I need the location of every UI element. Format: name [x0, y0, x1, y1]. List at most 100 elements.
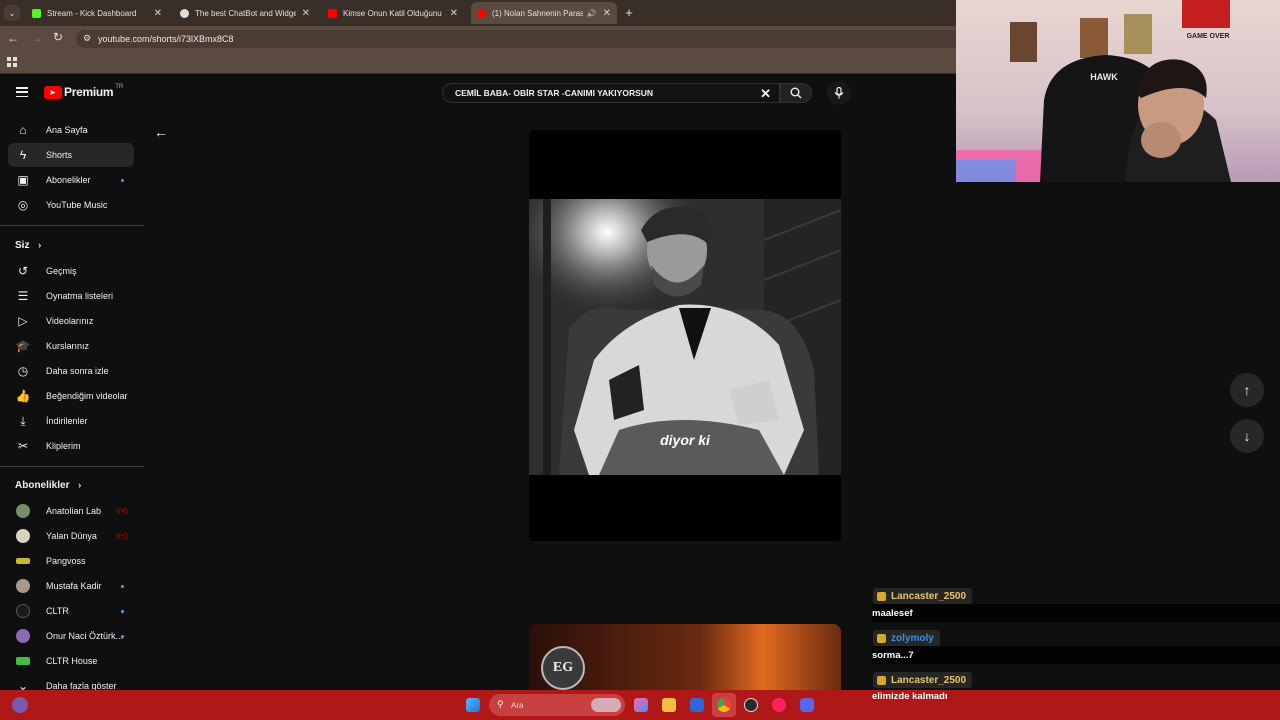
live-indicator-icon: ((•))	[116, 532, 128, 540]
search-icon	[790, 87, 802, 99]
youtube-premium-logo[interactable]: ▶ Premium TR	[44, 84, 123, 99]
discord-icon[interactable]	[800, 698, 814, 712]
start-button-icon[interactable]	[466, 698, 480, 712]
chat-username-badge: Lancaster_2500	[873, 588, 973, 604]
sidebar-item-watch-later[interactable]: ◷ Daha sonra izle	[8, 359, 134, 383]
channel-avatar	[16, 657, 30, 665]
search-input[interactable]: CEMİL BABA- OBİR STAR -CANIMI YAKIYORSUN…	[442, 83, 780, 103]
weather-widget-icon[interactable]	[12, 697, 28, 713]
chrome-icon[interactable]	[717, 698, 731, 712]
tab-title: Kimse Onun Katil Olduğunu Dü	[343, 8, 444, 18]
sidebar-item-clips[interactable]: ✂ Kliplerim	[8, 434, 134, 458]
tab-close-icon[interactable]: ✕	[603, 8, 611, 19]
home-icon: ⌂	[19, 123, 27, 137]
sidebar-item-playlists[interactable]: ☰ Oynatma listeleri	[8, 284, 134, 308]
section-title: Siz	[15, 240, 30, 251]
sidebar-item-subscriptions[interactable]: ▣ Abonelikler	[8, 168, 134, 192]
sidebar-divider	[0, 225, 144, 226]
sidebar-item-label: Kliplerim	[46, 441, 81, 451]
subscription-item[interactable]: CLTR	[8, 599, 134, 623]
sidebar-item-liked-videos[interactable]: 👍 Beğendiğim videolar	[8, 384, 134, 408]
voice-search-button[interactable]	[827, 81, 851, 105]
apps-grid-icon[interactable]	[7, 57, 17, 67]
sidebar-item-label: YouTube Music	[46, 200, 108, 210]
chat-username: zolymoly	[891, 632, 934, 644]
previous-short-button[interactable]: ↑	[1230, 373, 1264, 407]
store-icon[interactable]	[690, 698, 704, 712]
sidebar-item-courses[interactable]: 🎓 Kurslarınız	[8, 334, 134, 358]
taskbar-search-input[interactable]: ⚲ Ara	[489, 694, 625, 716]
subscription-item[interactable]: CLTR House	[8, 649, 134, 673]
arrow-down-icon: ↓	[1243, 428, 1251, 444]
sidebar-item-label: Geçmiş	[46, 266, 77, 276]
sidebar-item-downloads[interactable]: ⤓ İndirilenler	[8, 409, 134, 433]
streamer-webcam: GAME OVER HAWK	[956, 0, 1280, 182]
webcam-image: GAME OVER HAWK	[956, 0, 1231, 182]
subscription-item[interactable]: Yalan Dünya ((•))	[8, 524, 134, 548]
next-short-button[interactable]: ↓	[1230, 419, 1264, 453]
sidebar-item-your-videos[interactable]: ▷ Videolarınız	[8, 309, 134, 333]
url-field[interactable]: ⚙ youtube.com/shorts/i73lXBmx8C8	[76, 30, 960, 48]
live-indicator-icon: ((•))	[116, 507, 128, 515]
url-text: youtube.com/shorts/i73lXBmx8C8	[98, 34, 234, 44]
obs-icon[interactable]	[744, 698, 758, 712]
hamburger-menu-icon[interactable]	[16, 87, 28, 97]
tab-close-icon[interactable]: ✕	[450, 8, 458, 19]
search-button[interactable]	[780, 83, 812, 103]
chat-message-text: elimizde kalmadı	[872, 690, 948, 702]
reload-button[interactable]: ↻	[53, 30, 63, 44]
site-info-icon[interactable]: ⚙	[83, 33, 91, 44]
sidebar-item-youtube-music[interactable]: ◎ YouTube Music	[8, 193, 134, 217]
clear-search-icon[interactable]: ✕	[760, 86, 771, 102]
browser-tab[interactable]: Stream - Kick Dashboard ✕	[26, 2, 168, 24]
sidebar-item-label: Shorts	[46, 150, 73, 160]
channel-name: CLTR	[46, 606, 69, 616]
watch-later-icon: ◷	[17, 364, 29, 378]
sidebar-item-history[interactable]: ↺ Geçmiş	[8, 259, 134, 283]
browser-tab-bar: ⌄ Stream - Kick Dashboard ✕ The best Cha…	[0, 0, 960, 26]
copilot-icon[interactable]	[634, 698, 648, 712]
channel-avatar	[16, 579, 30, 593]
subscription-item[interactable]: Pangvoss	[8, 549, 134, 573]
new-content-dot	[121, 584, 124, 588]
speaker-icon[interactable]: 🔊	[587, 9, 597, 18]
file-explorer-icon[interactable]	[662, 698, 676, 712]
next-short-preview[interactable]: EG	[529, 624, 841, 690]
sidebar-item-label: İndirilenler	[46, 416, 88, 426]
sidebar-item-label: Kurslarınız	[46, 341, 90, 351]
chevron-right-icon: ›	[38, 240, 42, 250]
poster-text: GAME OVER	[1187, 33, 1230, 40]
youtube-logo-icon: ▶	[44, 85, 62, 99]
browser-tab-active[interactable]: (1) Nolan Sahnenin Parasını 🔊 ✕	[471, 2, 617, 24]
back-button[interactable]: ←	[7, 31, 19, 45]
history-icon: ↺	[17, 264, 29, 278]
tab-close-icon[interactable]: ✕	[302, 8, 310, 19]
youtube-app-icon[interactable]	[772, 698, 786, 712]
new-tab-button[interactable]: +	[622, 5, 636, 21]
tab-list-button[interactable]: ⌄	[4, 5, 20, 21]
channel-avatar	[16, 504, 30, 518]
tab-title: The best ChatBot and Widgets	[195, 8, 296, 18]
search-highlight-icon	[591, 698, 621, 712]
section-you[interactable]: Siz ›	[15, 240, 41, 251]
sidebar-item-label: Beğendiğim videolar	[46, 391, 128, 401]
browser-tab[interactable]: Kimse Onun Katil Olduğunu Dü ✕	[322, 2, 464, 24]
subscription-item[interactable]: Onur Naci Öztürk...	[8, 624, 134, 648]
subscription-item[interactable]: Anatolian Lab ((•))	[8, 499, 134, 523]
arrow-up-icon: ↑	[1243, 382, 1251, 398]
shorts-video-player[interactable]: diyor ki	[529, 130, 841, 541]
channel-avatar	[16, 629, 30, 643]
subscription-item[interactable]: Mustafa Kadir	[8, 574, 134, 598]
sidebar-item-shorts[interactable]: ϟ Shorts	[8, 143, 134, 167]
section-subscriptions[interactable]: Abonelikler ›	[15, 480, 81, 491]
video-frame-image: diyor ki	[529, 130, 841, 541]
forward-button[interactable]: →	[31, 31, 43, 45]
tab-favicon-icon	[477, 8, 486, 18]
search-icon: ⚲	[497, 699, 504, 709]
browser-tab[interactable]: The best ChatBot and Widgets ✕	[174, 2, 316, 24]
search-query-text: CEMİL BABA- OBİR STAR -CANIMI YAKIYORSUN	[455, 88, 654, 98]
back-arrow-button[interactable]: ←	[154, 124, 168, 140]
sidebar-item-home[interactable]: ⌂ Ana Sayfa	[8, 118, 134, 142]
microphone-icon	[834, 87, 844, 99]
tab-close-icon[interactable]: ✕	[154, 8, 162, 19]
